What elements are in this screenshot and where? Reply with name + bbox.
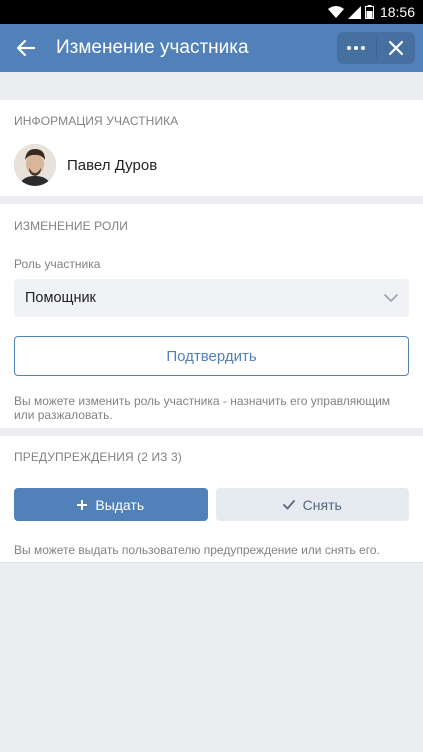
warnings-section-title: ПРЕДУПРЕЖДЕНИЯ (2 ИЗ 3) [14,450,182,464]
signal-icon [347,5,361,19]
header-actions [337,32,415,64]
close-icon [388,41,403,55]
check-icon [282,499,295,509]
remove-warning-label: Снять [302,496,342,513]
warnings-buttons: Выдать Снять [0,464,423,521]
role-section-title: ИЗМЕНЕНИЕ РОЛИ [14,219,129,233]
give-warning-label: Выдать [95,496,145,513]
more-dots-icon [347,46,366,50]
role-field-label: Роль участника [14,257,101,271]
member-name: Павел Дуров [67,156,158,174]
status-time: 18:56 [379,4,415,20]
role-select[interactable]: Помощник [14,279,409,317]
role-select-value: Помощник [25,290,96,306]
give-warning-button[interactable]: Выдать [14,488,208,521]
member-row[interactable]: Павел Дуров [0,128,423,186]
member-info-title: ИНФОРМАЦИЯ УЧАСТНИКА [14,114,179,128]
arrow-back-icon [17,40,35,56]
status-bar: 18:56 [0,0,423,24]
warnings-card: ПРЕДУПРЕЖДЕНИЯ (2 ИЗ 3) Выдать Снять Вы … [0,436,423,562]
app-header: Изменение участника [0,24,423,72]
back-button[interactable] [0,24,52,72]
wifi-icon [327,5,344,18]
avatar [14,144,56,186]
role-card: ИЗМЕНЕНИЕ РОЛИ Роль участника Помощник П… [0,204,423,428]
status-icons [327,5,374,19]
warnings-hint: Вы можете выдать пользователю предупрежд… [14,543,380,557]
chevron-down-icon [384,294,398,302]
more-button[interactable] [337,32,376,64]
bottom-divider [0,562,423,563]
battery-icon [364,5,374,19]
role-hint: Вы можете изменить роль участника - назн… [14,394,391,422]
remove-warning-button[interactable]: Снять [215,488,409,521]
avatar-photo [14,144,56,186]
close-button[interactable] [377,32,416,64]
plus-icon [77,499,88,510]
top-spacer [0,72,423,100]
page-title: Изменение участника [56,37,249,58]
confirm-button[interactable]: Подтвердить [14,336,409,376]
member-info-card: ИНФОРМАЦИЯ УЧАСТНИКА Павел Дуров [0,100,423,196]
